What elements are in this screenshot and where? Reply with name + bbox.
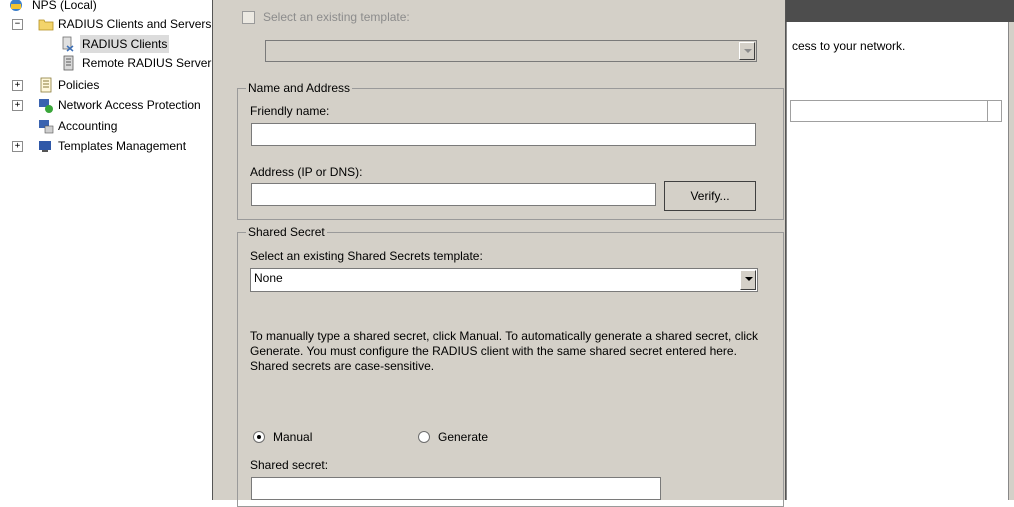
expand-toggle[interactable]: + bbox=[12, 100, 23, 111]
accounting-icon bbox=[39, 120, 54, 134]
group-title: Shared Secret bbox=[246, 225, 327, 239]
details-pane: cess to your network. bbox=[786, 0, 1014, 500]
manual-radio[interactable] bbox=[253, 431, 265, 443]
shared-secret-help-text: To manually type a shared secret, click … bbox=[250, 329, 759, 373]
address-label: Address (IP or DNS): bbox=[250, 165, 363, 179]
column-separator[interactable] bbox=[987, 101, 988, 121]
folder-icon bbox=[38, 19, 54, 31]
existing-template-label: Select an existing template: bbox=[263, 10, 410, 24]
tree-item-label: RADIUS Clients bbox=[80, 35, 170, 53]
generate-radio[interactable] bbox=[418, 431, 430, 443]
details-description: cess to your network. bbox=[792, 39, 906, 53]
secret-template-combo[interactable]: None bbox=[250, 268, 758, 292]
shared-secret-group: Shared Secret Select an existing Shared … bbox=[237, 225, 784, 507]
friendly-name-label: Friendly name: bbox=[250, 104, 330, 118]
chevron-down-icon[interactable] bbox=[739, 42, 755, 60]
new-radius-client-dialog: Select an existing template: Name and Ad… bbox=[212, 0, 786, 507]
secret-template-label: Select an existing Shared Secrets templa… bbox=[250, 249, 483, 263]
manual-label: Manual bbox=[273, 430, 313, 444]
network-access-protection-icon bbox=[39, 99, 53, 113]
existing-template-checkbox[interactable] bbox=[242, 11, 255, 24]
details-header-bar bbox=[786, 0, 1014, 22]
group-title: Name and Address bbox=[246, 81, 353, 95]
combo-value: None bbox=[254, 271, 283, 285]
verify-button[interactable]: Verify... bbox=[664, 181, 756, 211]
tree-item-label: Templates Management bbox=[58, 139, 187, 153]
shared-secret-input[interactable] bbox=[251, 477, 661, 500]
tree-item-label: Remote RADIUS Server Groups bbox=[82, 56, 212, 70]
tree-item-label: Accounting bbox=[58, 119, 118, 133]
vertical-scrollbar[interactable] bbox=[1008, 22, 1014, 500]
shared-secret-label: Shared secret: bbox=[250, 458, 329, 472]
radius-clients-icon bbox=[62, 36, 74, 52]
list-column-header[interactable] bbox=[790, 100, 1002, 122]
generate-label: Generate bbox=[438, 430, 489, 444]
collapse-toggle[interactable]: − bbox=[12, 19, 23, 30]
address-input[interactable] bbox=[251, 183, 656, 206]
tree-item-label: Policies bbox=[58, 78, 100, 92]
chevron-down-icon[interactable] bbox=[740, 270, 756, 290]
tree-item-label: RADIUS Clients and Servers bbox=[58, 17, 212, 31]
console-tree: NPS (Local) − RADIUS Clients and Servers… bbox=[0, 0, 212, 500]
pane-edge bbox=[786, 22, 790, 500]
tree-item-label: NPS (Local) bbox=[32, 0, 97, 12]
nps-server-icon bbox=[10, 0, 22, 11]
name-address-group: Name and Address Friendly name: Address … bbox=[237, 81, 784, 220]
tree-item-label: Network Access Protection bbox=[58, 98, 201, 112]
expand-toggle[interactable]: + bbox=[12, 80, 23, 91]
remote-server-icon bbox=[63, 55, 74, 71]
friendly-name-input[interactable] bbox=[251, 123, 756, 146]
templates-icon bbox=[39, 141, 51, 152]
policies-icon bbox=[40, 77, 52, 93]
expand-toggle[interactable]: + bbox=[12, 141, 23, 152]
existing-template-combo[interactable] bbox=[265, 40, 757, 62]
